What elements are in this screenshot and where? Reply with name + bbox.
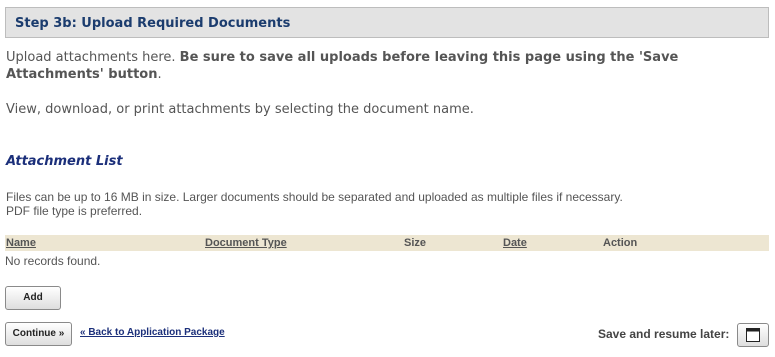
column-date-header[interactable]: Date bbox=[503, 237, 527, 249]
save-resume-button[interactable] bbox=[737, 323, 769, 347]
upload-info-type: PDF file type is preferred. bbox=[6, 204, 143, 218]
step-header: Step 3b: Upload Required Documents bbox=[5, 7, 769, 38]
step-title: Step 3b: Upload Required Documents bbox=[15, 16, 291, 31]
intro-end: . bbox=[157, 67, 162, 82]
column-name-header[interactable]: Name bbox=[6, 237, 36, 249]
attachment-table: Name Document Type Size Date Action No r… bbox=[5, 235, 769, 268]
upload-info: Files can be up to 16 MB in size. Larger… bbox=[6, 190, 623, 218]
intro-text: Upload attachments here. Be sure to save… bbox=[6, 49, 766, 83]
column-action-header: Action bbox=[603, 237, 638, 249]
table-header: Name Document Type Size Date Action bbox=[5, 235, 769, 251]
intro-view-text: View, download, or print attachments by … bbox=[6, 102, 474, 117]
intro-plain: Upload attachments here. bbox=[6, 50, 180, 65]
back-to-application-link[interactable]: « Back to Application Package bbox=[80, 327, 225, 338]
empty-message: No records found. bbox=[5, 254, 101, 268]
save-resume-label: Save and resume later: bbox=[598, 327, 730, 341]
upload-info-size: Files can be up to 16 MB in size. Larger… bbox=[6, 190, 623, 204]
continue-button[interactable]: Continue » bbox=[5, 322, 72, 346]
save-window-icon bbox=[746, 328, 760, 342]
column-document-type-header[interactable]: Document Type bbox=[205, 237, 287, 249]
column-size-header: Size bbox=[404, 237, 427, 249]
attachment-list-title: Attachment List bbox=[6, 154, 123, 169]
add-button[interactable]: Add bbox=[5, 286, 61, 310]
